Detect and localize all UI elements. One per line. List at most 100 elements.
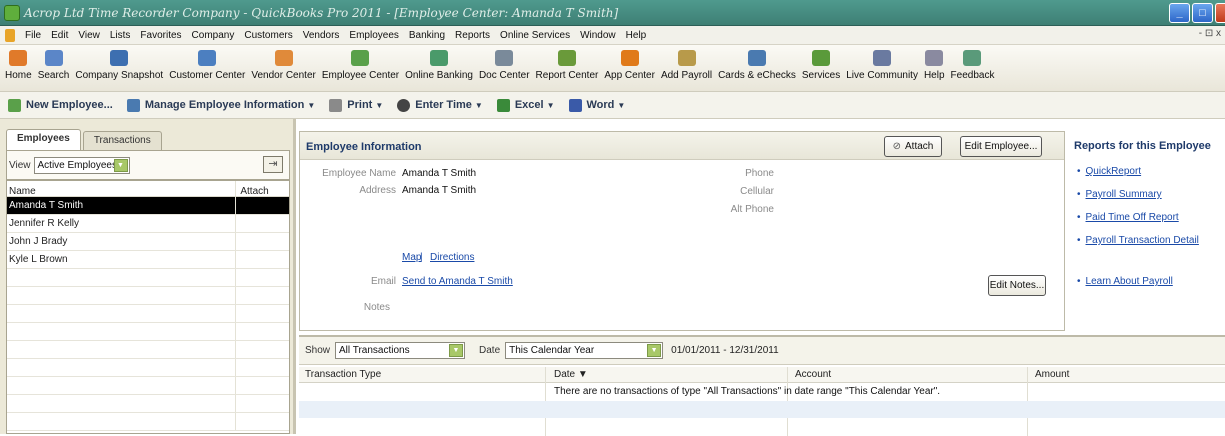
employee-name-cell xyxy=(7,413,235,430)
manage-employee-info-button[interactable]: Manage Employee Information ▼ xyxy=(126,98,315,112)
enter-time-button[interactable]: Enter Time ▼ xyxy=(397,98,483,112)
iconbar-home-button[interactable]: Home xyxy=(2,45,35,81)
iconbar-vendor-center-button[interactable]: Vendor Center xyxy=(248,45,319,81)
menu-vendors[interactable]: Vendors xyxy=(298,30,345,41)
iconbar-add-payroll-button[interactable]: Add Payroll xyxy=(658,45,715,81)
report-link-learn-about-payroll[interactable]: • Learn About Payroll xyxy=(1077,276,1173,287)
menu-favorites[interactable]: Favorites xyxy=(135,30,186,41)
table-row[interactable]: Kyle L Brown xyxy=(7,251,289,269)
menu-edit[interactable]: Edit xyxy=(46,30,73,41)
menu-file[interactable]: File xyxy=(20,30,46,41)
iconbar-feedback-button[interactable]: Feedback xyxy=(948,45,998,81)
menu-employees[interactable]: Employees xyxy=(344,30,403,41)
document-menu-icon[interactable] xyxy=(5,29,15,42)
show-label: Show xyxy=(305,345,331,356)
menu-online-services[interactable]: Online Services xyxy=(495,30,575,41)
iconbar-help-button[interactable]: Help xyxy=(921,45,948,81)
iconbar-label: Customer Center xyxy=(169,70,246,81)
iconbar-cards-echecks-button[interactable]: Cards & eChecks xyxy=(715,45,799,81)
cards-echecks-icon xyxy=(747,50,766,66)
edit-employee-button[interactable]: Edit Employee... xyxy=(960,136,1042,157)
employee-name-cell: Jennifer R Kelly xyxy=(9,218,80,229)
word-button[interactable]: Word ▼ xyxy=(568,98,625,112)
menu-banking[interactable]: Banking xyxy=(404,30,450,41)
iconbar-label: Report Center xyxy=(535,70,599,81)
services-icon xyxy=(812,50,831,66)
iconbar-customer-center-button[interactable]: Customer Center xyxy=(166,45,248,81)
menu-company[interactable]: Company xyxy=(187,30,240,41)
iconbar-label: Online Banking xyxy=(405,70,473,81)
table-row[interactable]: Jennifer R Kelly xyxy=(7,215,289,233)
menu-view[interactable]: View xyxy=(73,30,105,41)
iconbar-online-banking-button[interactable]: Online Banking xyxy=(402,45,476,81)
show-select[interactable]: All Transactions ▼ xyxy=(335,342,466,359)
iconbar-label: Company Snapshot xyxy=(75,70,164,81)
column-header-date[interactable]: Date ▼ xyxy=(554,369,588,380)
new-employee-button[interactable]: New Employee... xyxy=(8,98,113,112)
maximize-button[interactable]: □ xyxy=(1192,3,1213,23)
employee-information-panel: Employee Information ⊘ Attach Edit Employ… xyxy=(299,131,1065,331)
table-row xyxy=(7,323,289,341)
map-link[interactable]: Map xyxy=(402,252,421,263)
iconbar-app-center-button[interactable]: App Center xyxy=(601,45,658,81)
quickbooks-app-icon[interactable] xyxy=(4,5,20,21)
column-header-account[interactable]: Account xyxy=(795,369,831,380)
reports-panel: Reports for this Employee • QuickReport •… xyxy=(1065,131,1225,331)
excel-button[interactable]: Excel ▼ xyxy=(496,98,555,112)
column-header-amount[interactable]: Amount xyxy=(1035,369,1069,380)
iconbar-doc-center-button[interactable]: Doc Center xyxy=(476,45,533,81)
minimize-button[interactable]: _ xyxy=(1169,3,1190,23)
iconbar-search-button[interactable]: Search xyxy=(35,45,73,81)
employee-center-toolbar: New Employee... Manage Employee Informat… xyxy=(0,92,1225,119)
menu-window[interactable]: Window xyxy=(575,30,621,41)
home-icon xyxy=(9,50,28,66)
date-select[interactable]: This Calendar Year ▼ xyxy=(505,342,664,359)
search-icon xyxy=(44,50,63,66)
iconbar-report-center-button[interactable]: Report Center xyxy=(533,45,602,81)
title-bar: Acrop Ltd Time Recorder Company - QuickB… xyxy=(0,0,1225,26)
menu-reports[interactable]: Reports xyxy=(450,30,495,41)
view-label: View xyxy=(9,159,31,171)
table-row[interactable]: Amanda T Smith xyxy=(7,197,289,215)
iconbar-label: Search xyxy=(37,70,70,81)
reports-title: Reports for this Employee xyxy=(1074,140,1211,152)
iconbar-live-community-button[interactable]: Live Community xyxy=(843,45,921,81)
iconbar-label: Home xyxy=(5,70,32,81)
collapse-pane-button[interactable]: ⇥ xyxy=(263,156,283,173)
iconbar-label: Services xyxy=(801,70,841,81)
tab-employees[interactable]: Employees xyxy=(6,129,81,150)
iconbar-services-button[interactable]: Services xyxy=(799,45,843,81)
print-button[interactable]: Print ▼ xyxy=(329,98,383,112)
view-select[interactable]: Active Employees ▼ xyxy=(33,156,130,174)
close-button[interactable] xyxy=(1215,3,1225,23)
edit-notes-button[interactable]: Edit Notes... xyxy=(988,275,1046,296)
column-header-name[interactable]: Name xyxy=(7,181,235,197)
report-link-paid-time-off[interactable]: • Paid Time Off Report xyxy=(1077,212,1179,223)
send-email-link[interactable]: Send to Amanda T Smith xyxy=(402,276,513,287)
menu-help[interactable]: Help xyxy=(621,30,652,41)
column-header-attach[interactable]: Attach xyxy=(235,181,289,197)
employee-name-cell: Kyle L Brown xyxy=(9,254,68,265)
table-row xyxy=(7,377,289,395)
table-row xyxy=(7,269,289,287)
tab-transactions[interactable]: Transactions xyxy=(82,131,162,150)
iconbar-label: Feedback xyxy=(950,70,995,81)
transactions-panel: Show All Transactions ▼ Date This Calend… xyxy=(299,335,1225,436)
iconbar-employee-center-button[interactable]: Employee Center xyxy=(319,45,402,81)
dropdown-arrow-icon: ▼ xyxy=(546,100,555,110)
attach-cell xyxy=(235,323,289,340)
directions-link[interactable]: Directions xyxy=(430,252,474,263)
attach-cell xyxy=(235,413,289,430)
menu-lists[interactable]: Lists xyxy=(105,30,136,41)
table-row[interactable]: John J Brady xyxy=(7,233,289,251)
attach-button[interactable]: ⊘ Attach xyxy=(884,136,942,157)
menu-customers[interactable]: Customers xyxy=(239,30,297,41)
report-link-payroll-transaction-detail[interactable]: • Payroll Transaction Detail xyxy=(1077,235,1199,246)
report-link-payroll-summary[interactable]: • Payroll Summary xyxy=(1077,189,1162,200)
column-header-transaction-type[interactable]: Transaction Type xyxy=(305,369,381,380)
mdi-window-controls[interactable]: - ⊡ x xyxy=(1199,28,1221,39)
employee-name-label: Employee Name xyxy=(322,168,396,179)
report-link-quickreport[interactable]: • QuickReport xyxy=(1077,166,1141,177)
date-label: Date xyxy=(479,345,501,356)
iconbar-company-snapshot-button[interactable]: Company Snapshot xyxy=(72,45,166,81)
